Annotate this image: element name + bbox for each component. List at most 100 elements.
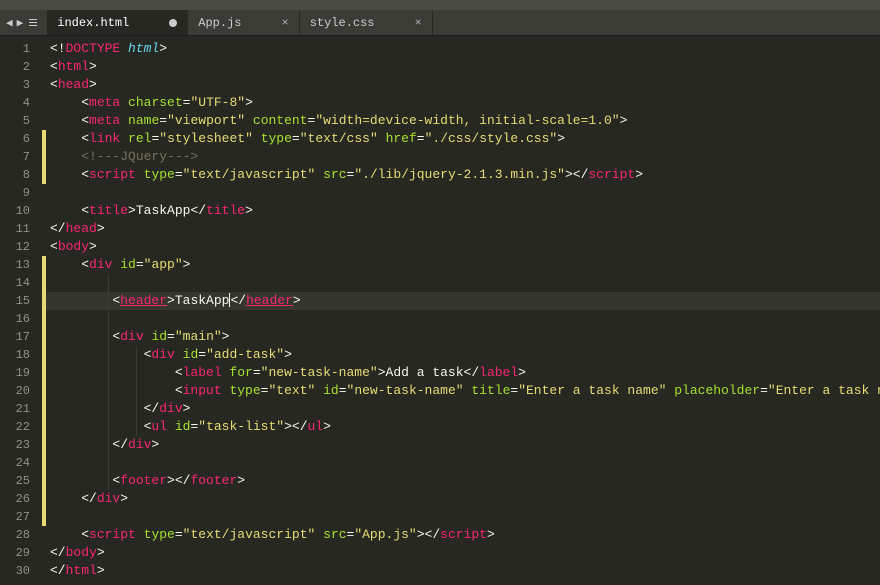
token-attr: type (229, 383, 260, 398)
code-line[interactable]: <link rel="stylesheet" type="text/css" h… (42, 130, 880, 148)
code-line[interactable]: </div> (42, 490, 880, 508)
line-number: 20 (0, 382, 42, 400)
token-punc: > (487, 527, 495, 542)
code-line[interactable]: <head> (42, 76, 880, 94)
token-tag: meta (89, 113, 120, 128)
code-line[interactable]: </html> (42, 562, 880, 580)
line-number: 18 (0, 346, 42, 364)
token-attr: id (151, 329, 167, 344)
token-str: "viewport" (167, 113, 245, 128)
tab-index-html[interactable]: index.html (47, 10, 188, 35)
code-line[interactable]: <title>TaskApp</title> (42, 202, 880, 220)
token-punc: = (760, 383, 768, 398)
token-tag: html (58, 59, 89, 74)
token-punc: ></ (284, 419, 307, 434)
token-str: "stylesheet" (159, 131, 253, 146)
hamburger-icon[interactable] (27, 19, 41, 26)
token-cmt: <!---JQuery---> (50, 149, 198, 164)
token-punc (120, 41, 128, 56)
code-line[interactable]: </div> (42, 436, 880, 454)
token-tag: footer (190, 473, 237, 488)
token-docn: html (128, 41, 159, 56)
line-number: 21 (0, 400, 42, 418)
token-punc: > (89, 239, 97, 254)
code-line[interactable]: <label for="new-task-name">Add a task</l… (42, 364, 880, 382)
code-line[interactable] (42, 274, 880, 292)
token-punc: </ (230, 293, 246, 308)
token-punc: ></ (167, 473, 190, 488)
code-line[interactable]: <ul id="task-list"></ul> (42, 418, 880, 436)
token-doct: DOCTYPE (66, 41, 121, 56)
code-line[interactable]: <div id="add-task"> (42, 346, 880, 364)
token-punc: = (292, 131, 300, 146)
token-punc: ></ (565, 167, 588, 182)
token-punc: > (245, 95, 253, 110)
token-punc (120, 95, 128, 110)
token-punc: < (50, 347, 151, 362)
tab-App-js[interactable]: App.js× (188, 10, 299, 35)
nav-back-icon[interactable]: ◀ (6, 16, 13, 30)
code-line[interactable]: <input type="text" id="new-task-name" ti… (42, 382, 880, 400)
code-line[interactable]: <script type="text/javascript" src="App.… (42, 526, 880, 544)
close-icon[interactable]: × (281, 17, 288, 29)
code-line[interactable]: </head> (42, 220, 880, 238)
token-punc: > (97, 563, 105, 578)
code-line[interactable] (42, 184, 880, 202)
code-line[interactable]: <header>TaskApp</header> (42, 292, 880, 310)
token-punc (315, 383, 323, 398)
nav-forward-icon[interactable]: ▶ (17, 16, 24, 30)
token-tag: footer (120, 473, 167, 488)
line-number: 16 (0, 310, 42, 328)
token-punc: </ (190, 203, 206, 218)
token-punc: < (50, 167, 89, 182)
code-line[interactable]: <meta name="viewport" content="width=dev… (42, 112, 880, 130)
token-tag: header (120, 293, 167, 308)
token-punc: < (50, 527, 89, 542)
code-line[interactable]: <!DOCTYPE html> (42, 40, 880, 58)
token-tag: title (89, 203, 128, 218)
token-punc: > (557, 131, 565, 146)
code-line[interactable] (42, 454, 880, 472)
unsaved-dot-icon (169, 19, 177, 27)
token-str: "Enter a task name" (768, 383, 880, 398)
token-tag: div (89, 257, 112, 272)
code-line[interactable]: <div id="main"> (42, 328, 880, 346)
token-punc: > (284, 347, 292, 362)
token-punc: ></ (417, 527, 440, 542)
token-punc: > (518, 365, 526, 380)
code-line[interactable]: <meta charset="UTF-8"> (42, 94, 880, 112)
code-line[interactable] (42, 310, 880, 328)
token-attr: id (323, 383, 339, 398)
token-attr: id (175, 419, 191, 434)
token-punc (120, 131, 128, 146)
token-punc (315, 167, 323, 182)
token-tag: script (440, 527, 487, 542)
token-punc: > (183, 401, 191, 416)
indent-guide (108, 454, 109, 472)
code-line[interactable]: <html> (42, 58, 880, 76)
code-line[interactable] (42, 508, 880, 526)
token-punc (136, 167, 144, 182)
code-line[interactable]: </body> (42, 544, 880, 562)
token-punc: > (323, 419, 331, 434)
code-line[interactable]: <!---JQuery---> (42, 148, 880, 166)
editor[interactable]: 1234567891011121314151617181920212223242… (0, 36, 880, 585)
code-line[interactable]: </div> (42, 400, 880, 418)
code-line[interactable]: <div id="app"> (42, 256, 880, 274)
line-number: 19 (0, 364, 42, 382)
code-line[interactable]: <footer></footer> (42, 472, 880, 490)
token-punc: > (89, 77, 97, 92)
token-str: "App.js" (354, 527, 416, 542)
code-line[interactable]: <body> (42, 238, 880, 256)
tab-bar: ◀ ▶ index.htmlApp.js× style.css × (0, 10, 880, 36)
token-txt: Add a task (386, 365, 464, 380)
tab-label: style.css (310, 16, 375, 30)
token-str: "./css/style.css" (425, 131, 558, 146)
token-str: "add-task" (206, 347, 284, 362)
code-line[interactable]: <script type="text/javascript" src="./li… (42, 166, 880, 184)
code-area[interactable]: <!DOCTYPE html><html><head> <meta charse… (42, 36, 880, 585)
tab-style-css[interactable]: style.css × (300, 10, 433, 35)
line-number: 26 (0, 490, 42, 508)
close-icon[interactable]: × (415, 17, 422, 29)
token-punc: > (159, 41, 167, 56)
